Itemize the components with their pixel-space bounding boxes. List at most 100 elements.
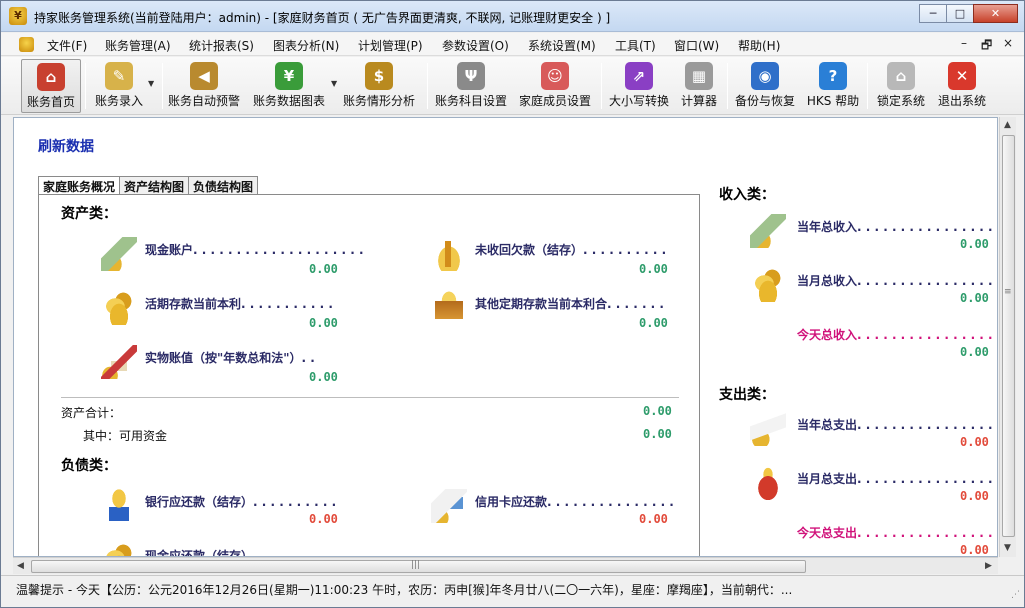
- expense-yearly[interactable]: 当年总支出. . . . . . . . . . . . . . . . 0.0…: [750, 412, 996, 456]
- menu-file[interactable]: 文件(F): [47, 37, 87, 54]
- scroll-down-icon[interactable]: ▼: [1004, 543, 1011, 553]
- window-controls: ─ □ ✕: [919, 4, 1018, 23]
- menu-plans[interactable]: 计划管理(P): [358, 37, 423, 54]
- status-bar: 温馨提示 - 今天【公历：公元2016年12月26日(星期一)11:00:23 …: [1, 575, 1024, 607]
- chart-icon: ¥: [275, 62, 303, 90]
- asset-receivable[interactable]: 未收回欠款（结存）. . . . . . . . . . 0.00: [431, 237, 681, 277]
- fork-knife-icon: Ψ: [457, 62, 485, 90]
- chart-dropdown-arrow-icon[interactable]: ▼: [331, 79, 337, 88]
- liability-bank[interactable]: 银行应还款（结存）. . . . . . . . . . 0.00: [101, 489, 351, 529]
- income-heading: 收入类：: [719, 187, 775, 203]
- asset-physical[interactable]: 实物账值（按"年数总和法"）. . 0.00: [101, 345, 351, 385]
- assets-heading: 资产类：: [61, 206, 117, 222]
- refresh-data-link[interactable]: 刷新数据: [38, 136, 94, 156]
- alert-button[interactable]: ◀ 账务自动预警: [166, 59, 242, 113]
- menu-tools[interactable]: 工具(T): [615, 37, 656, 54]
- liability-cash[interactable]: 现金应还款（结存）. . . . . . . . . .: [101, 543, 351, 557]
- scroll-right-icon[interactable]: ▶: [985, 561, 992, 571]
- vertical-scroll-thumb[interactable]: [1002, 135, 1015, 537]
- income-monthly[interactable]: 当月总收入. . . . . . . . . . . . . . . . 0.0…: [750, 268, 996, 312]
- toolbar-separator: [601, 63, 602, 109]
- toolbar-label: 备份与恢复: [734, 94, 795, 108]
- income-yearly[interactable]: 当年总收入. . . . . . . . . . . . . . . . 0.0…: [750, 214, 996, 258]
- maximize-button[interactable]: □: [946, 4, 974, 23]
- asset-fixed-deposit[interactable]: 其他定期存款当前本利合. . . . . . . 0.00: [431, 291, 681, 331]
- tab-asset-structure[interactable]: 资产结构图: [119, 176, 190, 195]
- menu-charts[interactable]: 图表分析(N): [273, 37, 339, 54]
- resize-grip-icon[interactable]: ⋰: [1011, 590, 1020, 600]
- tab-liability-structure[interactable]: 负债结构图: [188, 176, 259, 195]
- menu-accounts[interactable]: 账务管理(A): [105, 37, 171, 54]
- menu-reports[interactable]: 统计报表(S): [189, 37, 254, 54]
- tab-overview[interactable]: 家庭账务概况: [38, 176, 121, 196]
- menu-help[interactable]: 帮助(H): [738, 37, 780, 54]
- monthly-expense-icon: [750, 466, 786, 500]
- house-coins-icon: [101, 345, 137, 379]
- case-convert-button[interactable]: ⇗ 大小写转换: [607, 59, 671, 113]
- asset-label: 未收回欠款（结存）. . . . . . . . . .: [475, 243, 667, 257]
- grip-icon: ≡: [1004, 287, 1012, 297]
- asset-current-deposit[interactable]: 活期存款当前本利. . . . . . . . . . . 0.00: [101, 291, 351, 331]
- menu-system[interactable]: 系统设置(M): [528, 37, 596, 54]
- subject-setting-button[interactable]: Ψ 账务科目设置: [433, 59, 509, 113]
- close-button[interactable]: ✕: [973, 4, 1018, 23]
- scroll-left-icon[interactable]: ◀: [17, 561, 24, 571]
- menu-params[interactable]: 参数设置(O): [442, 37, 509, 54]
- home-button[interactable]: ⌂ 账务首页: [21, 59, 81, 113]
- entry-button[interactable]: ✎ 账务录入: [89, 59, 149, 113]
- mdi-restore-button[interactable]: 🗗: [981, 36, 992, 57]
- mdi-close-button[interactable]: ×: [1003, 36, 1013, 50]
- asset-value: 0.00: [309, 370, 338, 384]
- liability-label: 信用卡应还款. . . . . . . . . . . . . . .: [475, 495, 674, 509]
- cash-icon: [101, 237, 137, 271]
- income-value: 0.00: [960, 291, 989, 305]
- mdi-minimize-button[interactable]: –: [961, 36, 967, 50]
- toolbar-separator: [427, 63, 428, 109]
- asset-label: 其他定期存款当前本利合. . . . . . .: [475, 297, 664, 311]
- toolbar-label: 大小写转换: [608, 94, 669, 108]
- receivable-icon: [431, 237, 467, 271]
- horizontal-scrollbar[interactable]: ◀ ||| ▶: [13, 557, 998, 574]
- liability-label: 银行应还款（结存）. . . . . . . . . .: [145, 495, 337, 509]
- income-today[interactable]: 今天总收入. . . . . . . . . . . . . . . . 0.0…: [750, 322, 996, 366]
- menu-window[interactable]: 窗口(W): [674, 37, 719, 54]
- asset-total-label: 资产合计：: [61, 406, 122, 420]
- toolbar-label: 计算器: [680, 94, 717, 108]
- asset-label: 现金账户. . . . . . . . . . . . . . . . . . …: [145, 243, 364, 257]
- expense-value: 0.00: [960, 489, 989, 503]
- toolbar-label: 退出系统: [937, 94, 986, 108]
- liability-value: 0.00: [309, 512, 338, 526]
- lock-icon: ⌂: [887, 62, 915, 90]
- liability-credit-card[interactable]: 信用卡应还款. . . . . . . . . . . . . . . 0.00: [431, 489, 681, 529]
- asset-value: 0.00: [639, 316, 668, 330]
- expense-label: 当月总支出. . . . . . . . . . . . . . . .: [797, 472, 993, 486]
- megaphone-icon: ◀: [190, 62, 218, 90]
- minimize-button[interactable]: ─: [919, 4, 947, 23]
- member-setting-button[interactable]: ☺ 家庭成员设置: [517, 59, 593, 113]
- analysis-button[interactable]: $ 账务情形分析: [341, 59, 417, 113]
- liability-label: 现金应还款（结存）. . . . . . . . . .: [145, 549, 337, 557]
- expense-today[interactable]: 今天总支出. . . . . . . . . . . . . . . . 0.0…: [750, 520, 996, 556]
- asset-value: 0.00: [639, 262, 668, 276]
- toolbar-label: HKS 帮助: [806, 94, 860, 108]
- help-button[interactable]: ? HKS 帮助: [805, 59, 861, 113]
- backup-button[interactable]: ◉ 备份与恢复: [731, 59, 799, 113]
- exit-button[interactable]: ✕ 退出系统: [935, 59, 989, 113]
- expense-monthly[interactable]: 当月总支出. . . . . . . . . . . . . . . . 0.0…: [750, 466, 996, 510]
- data-chart-button[interactable]: ¥ 账务数据图表: [251, 59, 327, 113]
- menu-bar: 文件(F) 账务管理(A) 统计报表(S) 图表分析(N) 计划管理(P) 参数…: [1, 33, 1024, 56]
- title-bar: ¥ 持家账务管理系统(当前登陆用户：admin) - [家庭财务首页 ( 无广告…: [1, 1, 1024, 32]
- calculator-icon: ▦: [685, 62, 713, 90]
- lock-button[interactable]: ⌂ 锁定系统: [873, 59, 929, 113]
- calculator-button[interactable]: ▦ 计算器: [677, 59, 721, 113]
- mdi-document-icon[interactable]: [19, 37, 34, 52]
- vertical-scrollbar[interactable]: ▲ ≡ ▼: [999, 117, 1016, 557]
- notepad-pencil-icon: ✎: [105, 62, 133, 90]
- credit-card-icon: [431, 489, 467, 523]
- toolbar-label: 家庭成员设置: [518, 94, 591, 108]
- toolbar-label: 账务首页: [26, 95, 75, 109]
- money-bag-icon: $: [365, 62, 393, 90]
- scroll-up-icon[interactable]: ▲: [1004, 120, 1011, 130]
- entry-dropdown-arrow-icon[interactable]: ▼: [148, 79, 154, 88]
- asset-cash[interactable]: 现金账户. . . . . . . . . . . . . . . . . . …: [101, 237, 364, 277]
